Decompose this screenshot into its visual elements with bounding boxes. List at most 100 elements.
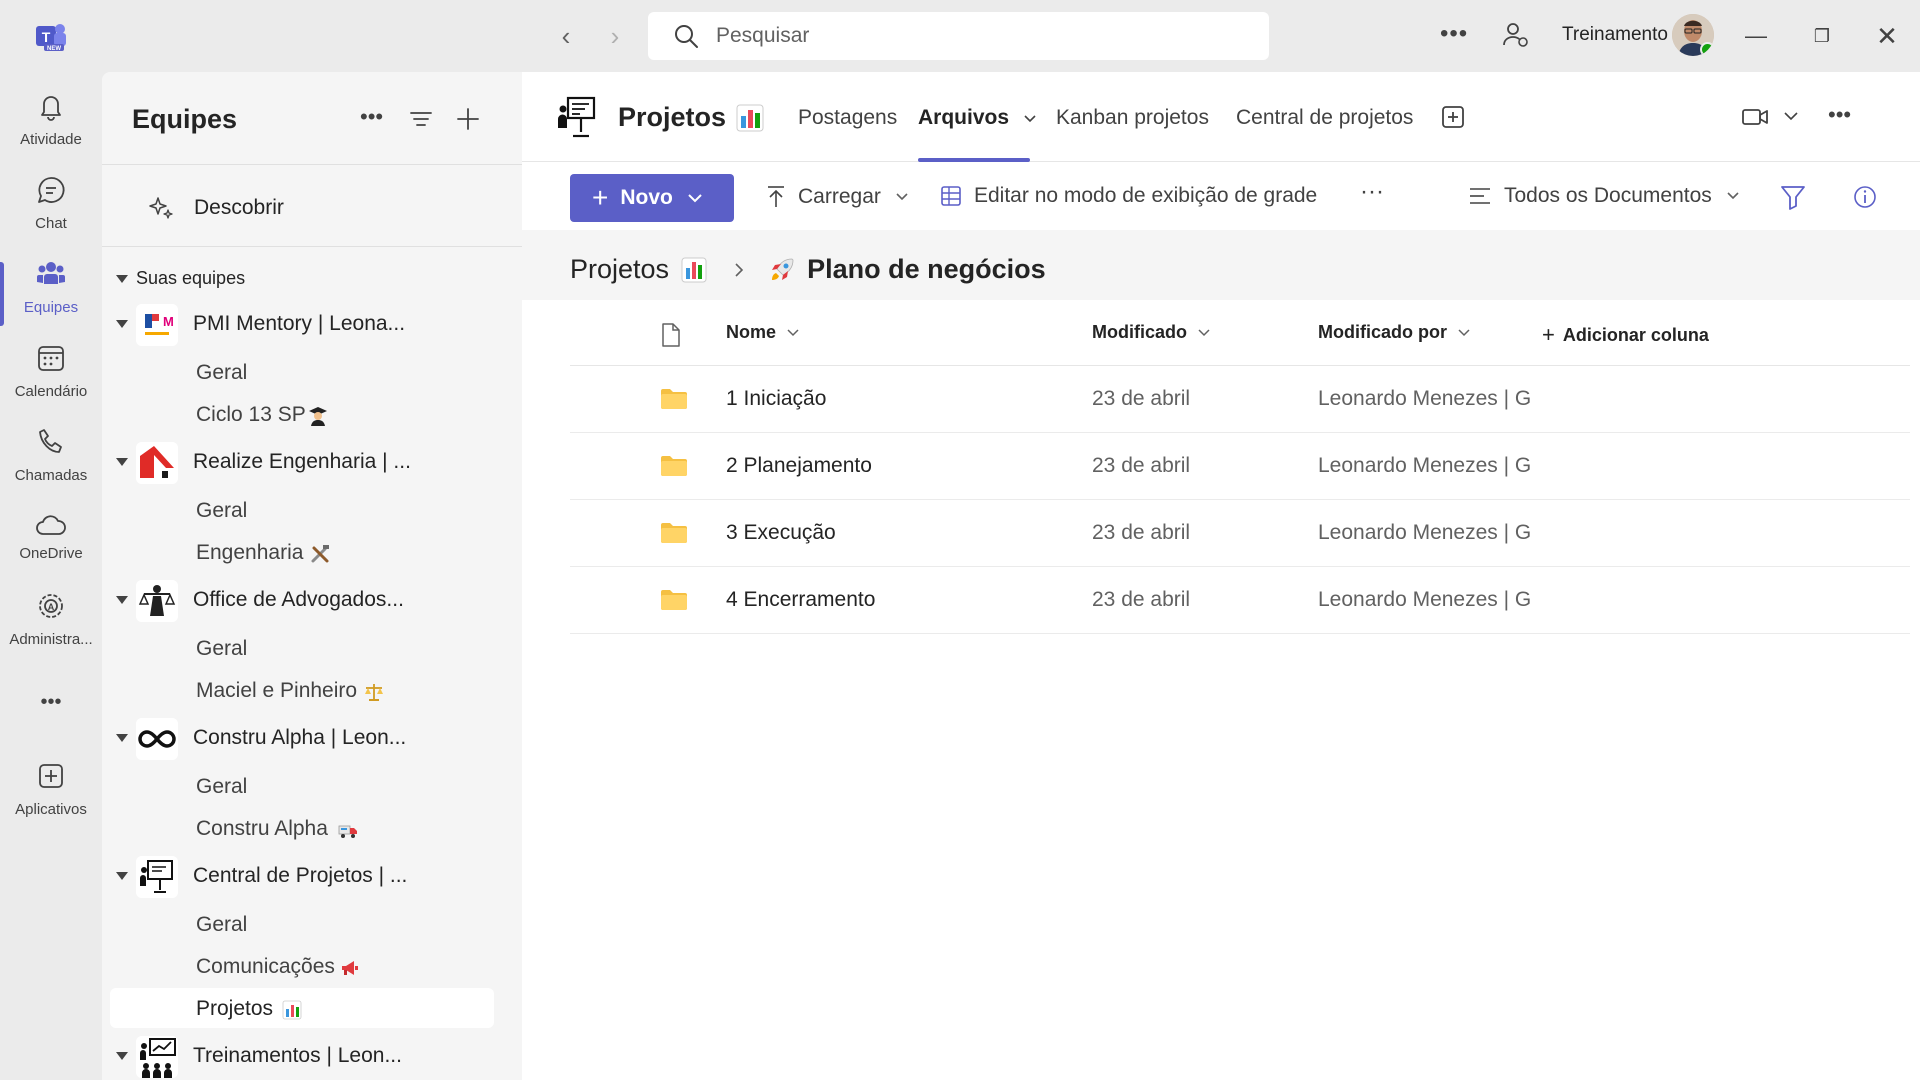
file-type-icon[interactable] bbox=[660, 322, 682, 348]
chevron-down-icon bbox=[688, 194, 702, 203]
new-button[interactable]: + Novo bbox=[570, 174, 734, 222]
channel-label: Geral bbox=[196, 913, 248, 936]
calendar-icon bbox=[38, 346, 64, 371]
team-item-pmi-mentory[interactable]: M PMI Mentory | Leona... bbox=[102, 302, 522, 346]
file-name[interactable]: 1 Iniciação bbox=[726, 387, 826, 411]
rail-label: OneDrive bbox=[19, 545, 83, 562]
chevron-down-icon bbox=[1024, 115, 1036, 123]
add-icon[interactable] bbox=[453, 104, 483, 134]
tab-central-de-projetos[interactable]: Central de projetos bbox=[1236, 106, 1413, 130]
channel-item[interactable]: Engenharia bbox=[102, 532, 522, 572]
file-name[interactable]: 4 Encerramento bbox=[726, 588, 875, 612]
rail-item-calendar[interactable]: Calendário bbox=[0, 332, 102, 412]
minimize-icon[interactable]: — bbox=[1738, 18, 1774, 54]
close-icon[interactable]: ✕ bbox=[1869, 18, 1905, 54]
restore-icon[interactable]: ❐ bbox=[1804, 18, 1840, 54]
megaphone-emoji-icon bbox=[342, 961, 358, 975]
column-header-modified-by[interactable]: Modificado por bbox=[1318, 322, 1471, 343]
forward-arrow-icon[interactable]: › bbox=[601, 22, 629, 50]
channel-item-active[interactable]: Projetos bbox=[110, 988, 494, 1028]
search-box[interactable] bbox=[648, 12, 1269, 60]
team-name: Treinamentos | Leon... bbox=[193, 1044, 402, 1067]
avatar[interactable] bbox=[1672, 14, 1714, 56]
breadcrumb-root[interactable]: Projetos bbox=[570, 254, 669, 285]
rail-item-calls[interactable]: Chamadas bbox=[0, 416, 102, 496]
file-modified-by: Leonardo Menezes | G bbox=[1318, 588, 1532, 611]
rail-label: Chat bbox=[35, 215, 67, 232]
discover-button[interactable]: Descobrir bbox=[148, 188, 284, 228]
table-row[interactable]: 3 Execução 23 de abril Leonardo Menezes … bbox=[570, 500, 1910, 567]
grid-edit-label: Editar no modo de exibição de grade bbox=[974, 184, 1318, 207]
channel-item[interactable]: Geral bbox=[102, 766, 522, 806]
chevron-down-icon[interactable] bbox=[1782, 106, 1800, 126]
add-tab-icon[interactable] bbox=[1438, 102, 1468, 132]
channel-item[interactable]: Geral bbox=[102, 628, 522, 668]
folder-icon bbox=[661, 456, 687, 476]
teams-logo-icon[interactable]: T NEW bbox=[34, 20, 68, 52]
channel-item[interactable]: Constru Alpha bbox=[102, 808, 522, 848]
rail-item-apps[interactable]: Aplicativos bbox=[0, 750, 102, 830]
tab-kanban-projetos[interactable]: Kanban projetos bbox=[1056, 106, 1209, 130]
view-selector[interactable]: Todos os Documentos bbox=[1468, 184, 1740, 208]
rail-label: Calendário bbox=[14, 383, 88, 400]
search-input[interactable] bbox=[716, 24, 1236, 48]
column-header-name[interactable]: Nome bbox=[726, 322, 800, 343]
grid-icon bbox=[941, 186, 961, 206]
rail-item-activity[interactable]: Atividade bbox=[0, 80, 102, 160]
channel-item[interactable]: Geral bbox=[102, 490, 522, 530]
rail-item-chat[interactable]: Chat bbox=[0, 164, 102, 244]
svg-text:A: A bbox=[48, 602, 55, 612]
column-label: Modificado por bbox=[1318, 322, 1447, 342]
file-name[interactable]: 3 Execução bbox=[726, 521, 836, 545]
back-arrow-icon[interactable]: ‹ bbox=[552, 22, 580, 50]
rail-item-admin[interactable]: A Administra... bbox=[0, 580, 102, 660]
discover-label: Descobrir bbox=[194, 196, 284, 219]
table-row[interactable]: 2 Planejamento 23 de abril Leonardo Mene… bbox=[570, 433, 1910, 500]
rail-item-teams[interactable]: Equipes bbox=[0, 248, 102, 328]
table-row[interactable]: 4 Encerramento 23 de abril Leonardo Mene… bbox=[570, 567, 1910, 634]
channel-label: Projetos bbox=[196, 997, 274, 1020]
team-item-treinamentos[interactable]: Treinamentos | Leon... bbox=[102, 1034, 522, 1078]
rail-more-apps[interactable]: ••• bbox=[0, 684, 102, 724]
team-item-central-projetos[interactable]: Central de Projetos | ... bbox=[102, 854, 522, 898]
tab-postagens[interactable]: Postagens bbox=[798, 106, 897, 130]
add-column-button[interactable]: + Adicionar coluna bbox=[1542, 322, 1709, 348]
channel-label: Geral bbox=[196, 361, 248, 384]
team-item-realize-engenharia[interactable]: Realize Engenharia | ... bbox=[102, 440, 522, 484]
more-options-icon[interactable]: ••• bbox=[1828, 102, 1858, 132]
channel-item[interactable]: Comunicações bbox=[102, 946, 522, 986]
video-call-icon[interactable] bbox=[1740, 102, 1770, 132]
channel-item[interactable]: Ciclo 13 SP bbox=[102, 394, 522, 434]
column-label: Modificado bbox=[1092, 322, 1187, 342]
channel-label: Geral bbox=[196, 637, 248, 660]
team-item-office-advogados[interactable]: Office de Advogados... bbox=[102, 578, 522, 622]
toolbar-more-button[interactable]: ··· bbox=[1360, 178, 1384, 206]
rail-label: Chamadas bbox=[14, 467, 88, 484]
divider bbox=[102, 164, 522, 165]
realize-logo-icon bbox=[136, 442, 178, 484]
team-name: PMI Mentory | Leona... bbox=[193, 312, 406, 335]
channel-item[interactable]: Maciel e Pinheiro bbox=[102, 670, 522, 710]
rail-item-onedrive[interactable]: OneDrive bbox=[0, 500, 102, 574]
more-options-icon[interactable]: ••• bbox=[1440, 20, 1468, 48]
filter-funnel-icon[interactable] bbox=[1778, 182, 1808, 212]
file-modified-by: Leonardo Menezes | G bbox=[1318, 387, 1532, 410]
filter-icon[interactable] bbox=[406, 104, 436, 134]
upload-button[interactable]: Carregar bbox=[764, 184, 909, 210]
people-settings-icon[interactable] bbox=[1500, 20, 1530, 50]
info-icon[interactable] bbox=[1850, 182, 1880, 212]
team-item-constru-alpha[interactable]: Constru Alpha | Leon... bbox=[102, 716, 522, 760]
more-options-icon[interactable]: ••• bbox=[360, 104, 390, 134]
tab-arquivos[interactable]: Arquivos bbox=[918, 106, 1037, 130]
table-row[interactable]: 1 Iniciação 23 de abril Leonardo Menezes… bbox=[570, 366, 1910, 433]
truck-emoji-icon bbox=[338, 825, 357, 838]
file-name[interactable]: 2 Planejamento bbox=[726, 454, 872, 478]
column-header-modified[interactable]: Modificado bbox=[1092, 322, 1211, 343]
section-your-teams[interactable]: Suas equipes bbox=[116, 268, 245, 289]
channel-label: Comunicações bbox=[196, 955, 335, 978]
channel-item[interactable]: Geral bbox=[102, 904, 522, 944]
view-label: Todos os Documentos bbox=[1504, 184, 1712, 207]
channel-item[interactable]: Geral bbox=[102, 352, 522, 392]
channel-title: Projetos bbox=[618, 102, 727, 132]
grid-edit-button[interactable]: Editar no modo de exibição de grade bbox=[940, 184, 1317, 208]
